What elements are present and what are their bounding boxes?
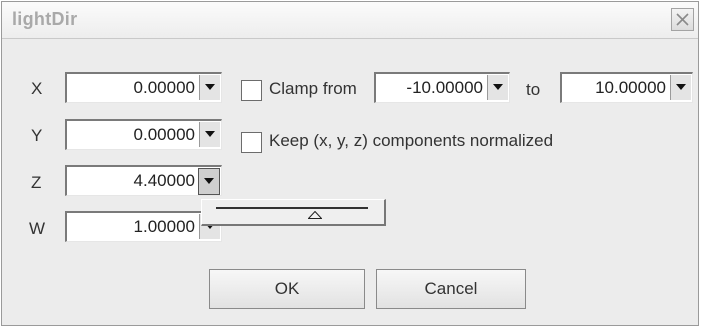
chevron-down-icon [205,131,215,137]
clamp-to-label: to [526,80,541,99]
clamp-max-value: 10.00000 [595,78,666,97]
y-label: Y [31,126,43,145]
slider-track[interactable] [216,207,368,209]
z-value: 4.40000 [133,171,195,190]
clamp-label[interactable]: Clamp from [269,79,357,99]
y-value: 0.00000 [133,125,195,144]
z-dropdown-button[interactable] [198,168,220,195]
clamp-min-dropdown-button[interactable] [487,75,508,100]
clamp-min-value: -10.00000 [406,78,483,97]
chevron-down-icon [676,84,686,90]
x-label: X [31,79,43,98]
close-button[interactable] [671,8,694,31]
x-value: 0.00000 [133,78,195,97]
z-value-field[interactable]: 4.40000 [65,165,222,196]
clamp-min-field[interactable]: -10.00000 [374,72,510,103]
title-bar[interactable]: lightDir [2,2,698,39]
w-label: W [29,219,46,238]
w-value-field[interactable]: 1.00000 [65,211,222,242]
w-value: 1.00000 [133,217,195,236]
z-label: Z [31,173,42,192]
chevron-down-icon [204,178,214,184]
clamp-checkbox[interactable] [241,80,262,101]
chevron-down-icon [205,84,215,90]
normalize-label[interactable]: Keep (x, y, z) components normalized [269,131,553,151]
cancel-button[interactable]: Cancel [376,269,526,309]
clamp-max-dropdown-button[interactable] [670,75,691,100]
lightdir-dialog: lightDir X 0.00000 Y 0.00000 Z 4.40000 W… [1,1,699,326]
clamp-max-field[interactable]: 10.00000 [560,72,693,103]
slider-popup[interactable] [201,199,386,226]
slider-thumb[interactable] [307,211,322,219]
window-title: lightDir [12,9,78,29]
y-value-field[interactable]: 0.00000 [65,119,222,150]
x-value-field[interactable]: 0.00000 [65,72,222,103]
ok-button[interactable]: OK [209,269,365,309]
close-x-icon [676,13,689,26]
normalize-checkbox[interactable] [241,132,262,153]
x-dropdown-button[interactable] [199,75,220,100]
y-dropdown-button[interactable] [199,122,220,147]
chevron-down-icon [493,84,503,90]
